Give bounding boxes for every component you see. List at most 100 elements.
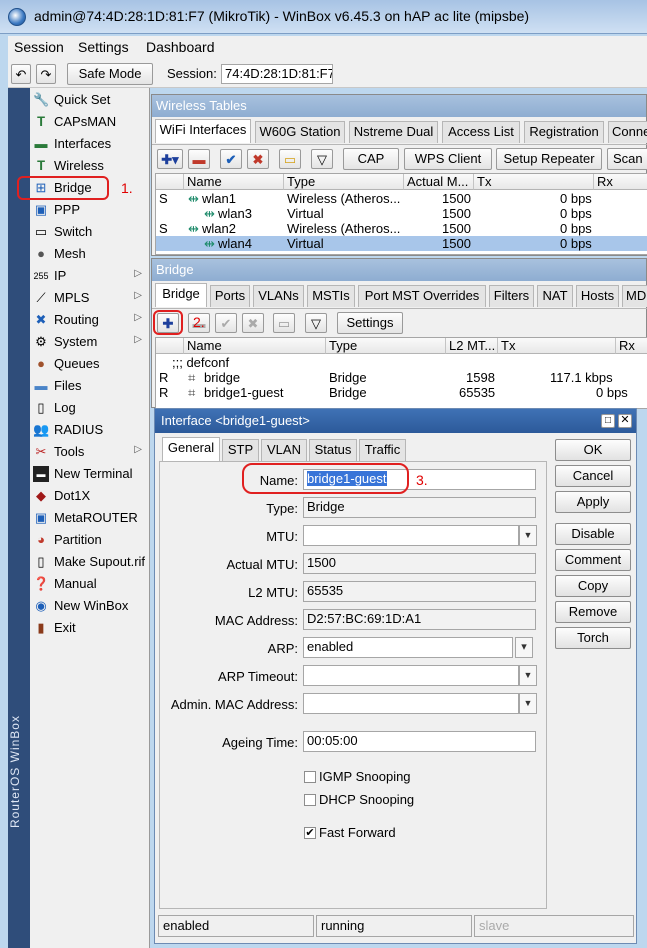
menu-item-metarouter[interactable]: ▣ MetaROUTER <box>30 507 150 529</box>
wireless-add-button[interactable]: ✚▾ <box>157 149 183 169</box>
menu-item-interfaces[interactable]: ▬ Interfaces <box>30 133 150 155</box>
tab-w60g-station[interactable]: W60G Station <box>255 121 345 143</box>
tab-nstreme-dual[interactable]: Nstreme Dual <box>349 121 438 143</box>
col-tx[interactable]: Tx <box>474 174 594 190</box>
setup-repeater-button[interactable]: Setup Repeater <box>496 148 602 170</box>
tab-general[interactable]: General <box>162 437 220 461</box>
bridge-enable-button[interactable]: ✔ <box>215 313 237 333</box>
menu-session[interactable]: Session <box>14 39 64 55</box>
menu-item-exit[interactable]: ▮ Exit <box>30 617 150 639</box>
remove-button[interactable]: Remove <box>555 601 631 623</box>
bridge-filter-button[interactable]: ▽ <box>305 313 327 333</box>
wireless-comment-button[interactable]: ▭ <box>279 149 301 169</box>
col-rx[interactable]: Rx <box>594 174 647 190</box>
tab-mdb[interactable]: MD <box>622 285 647 307</box>
tab-status[interactable]: Status <box>309 439 357 461</box>
menu-item-capsman[interactable]: 𝐓 CAPsMAN <box>30 111 150 133</box>
session-field[interactable]: 74:4D:28:1D:81:F7 <box>221 64 333 84</box>
ok-button[interactable]: OK <box>555 439 631 461</box>
capsman-icon: 𝐓 <box>36 114 46 129</box>
menu-item-wireless[interactable]: 𝐓 Wireless <box>30 155 150 177</box>
cap-button[interactable]: CAP <box>343 148 399 170</box>
tab-ports[interactable]: Ports <box>210 285 250 307</box>
dhcp-snooping-checkbox[interactable] <box>304 794 316 806</box>
torch-button[interactable]: Torch <box>555 627 631 649</box>
menu-item-queues[interactable]: ● Queues <box>30 353 150 375</box>
mtu-field[interactable] <box>303 525 519 546</box>
ageing-time-field[interactable]: 00:05:00 <box>303 731 536 752</box>
menu-item-ppp[interactable]: ▣ PPP <box>30 199 150 221</box>
igmp-snooping-checkbox[interactable] <box>304 771 316 783</box>
admin-mac-dropdown[interactable]: ▼ <box>519 693 537 714</box>
copy-button[interactable]: Copy <box>555 575 631 597</box>
bridge-comment-button[interactable]: ▭ <box>273 313 295 333</box>
arp-dropdown[interactable]: ▾ <box>515 637 533 658</box>
bridge-disable-button[interactable]: ✖ <box>242 313 264 333</box>
menu-item-new-terminal[interactable]: ▬ New Terminal <box>30 463 150 485</box>
menu-item-radius[interactable]: 👥 RADIUS <box>30 419 150 441</box>
tab-vlan[interactable]: VLAN <box>261 439 307 461</box>
menu-item-routing[interactable]: ✖ Routing ▷ <box>30 309 150 331</box>
close-button[interactable]: ✕ <box>618 414 632 428</box>
tab-filters[interactable]: Filters <box>489 285 534 307</box>
tab-stp[interactable]: STP <box>222 439 259 461</box>
tab-hosts[interactable]: Hosts <box>576 285 619 307</box>
tab-registration[interactable]: Registration <box>524 121 604 143</box>
admin-mac-field[interactable] <box>303 693 519 714</box>
maximize-button[interactable]: □ <box>601 414 615 428</box>
col-l2mtu[interactable]: L2 MT... <box>446 338 498 354</box>
menu-item-partition[interactable]: ◕ Partition <box>30 529 150 551</box>
redo-button[interactable]: ↷ <box>36 64 56 84</box>
menu-item-make-supout[interactable]: ▯ Make Supout.rif <box>30 551 150 573</box>
tab-bridge[interactable]: Bridge <box>155 283 207 307</box>
arp-timeout-label: ARP Timeout: <box>218 669 298 684</box>
scan-button[interactable]: Scan <box>607 148 647 170</box>
wireless-remove-button[interactable]: ▬ <box>188 149 210 169</box>
wireless-disable-button[interactable]: ✖ <box>247 149 269 169</box>
apply-button[interactable]: Apply <box>555 491 631 513</box>
menu-item-ip[interactable]: 255 IP ▷ <box>30 265 150 287</box>
menu-item-mpls[interactable]: ⟋ MPLS ▷ <box>30 287 150 309</box>
arp-timeout-dropdown[interactable]: ▼ <box>519 665 537 686</box>
bridge-settings-button[interactable]: Settings <box>337 312 403 334</box>
col-tx[interactable]: Tx <box>498 338 616 354</box>
tab-access-list[interactable]: Access List <box>442 121 520 143</box>
tab-wifi-interfaces[interactable]: WiFi Interfaces <box>155 119 251 143</box>
undo-button[interactable]: ↶ <box>11 64 31 84</box>
menu-item-new-winbox[interactable]: ◉ New WinBox <box>30 595 150 617</box>
wireless-enable-button[interactable]: ✔ <box>220 149 242 169</box>
menu-item-manual[interactable]: ❓ Manual <box>30 573 150 595</box>
arp-select[interactable]: enabled <box>303 637 513 658</box>
col-name[interactable]: Name <box>184 174 284 190</box>
col-rx[interactable]: Rx <box>616 338 647 354</box>
menu-item-tools[interactable]: ✂ Tools ▷ <box>30 441 150 463</box>
menu-settings[interactable]: Settings <box>78 39 129 55</box>
menu-item-dot1x[interactable]: ◆ Dot1X <box>30 485 150 507</box>
tab-nat[interactable]: NAT <box>537 285 573 307</box>
menu-item-log[interactable]: ▯ Log <box>30 397 150 419</box>
comment-button[interactable]: Comment <box>555 549 631 571</box>
mtu-dropdown[interactable]: ▼ <box>519 525 537 546</box>
safe-mode-button[interactable]: Safe Mode <box>67 63 153 85</box>
wireless-filter-button[interactable]: ▽ <box>311 149 333 169</box>
menu-item-files[interactable]: ▬ Files <box>30 375 150 397</box>
menu-item-system[interactable]: ⚙ System ▷ <box>30 331 150 353</box>
disable-button[interactable]: Disable <box>555 523 631 545</box>
tab-mstis[interactable]: MSTIs <box>307 285 355 307</box>
col-type[interactable]: Type <box>284 174 404 190</box>
arp-timeout-field[interactable] <box>303 665 519 686</box>
col-actual-mtu[interactable]: Actual M... <box>404 174 474 190</box>
tab-connect[interactable]: Conne <box>608 121 647 143</box>
col-name[interactable]: Name <box>184 338 326 354</box>
menu-item-quick-set[interactable]: 🔧 Quick Set <box>30 89 150 111</box>
tab-traffic[interactable]: Traffic <box>359 439 406 461</box>
col-type[interactable]: Type <box>326 338 446 354</box>
fast-forward-checkbox[interactable]: ✔ <box>304 827 316 839</box>
menu-item-mesh[interactable]: ● Mesh <box>30 243 150 265</box>
wps-client-button[interactable]: WPS Client <box>404 148 492 170</box>
menu-dashboard[interactable]: Dashboard <box>146 39 215 55</box>
tab-vlans[interactable]: VLANs <box>253 285 304 307</box>
tab-port-mst-overrides[interactable]: Port MST Overrides <box>358 285 486 307</box>
menu-item-switch[interactable]: ▭ Switch <box>30 221 150 243</box>
cancel-button[interactable]: Cancel <box>555 465 631 487</box>
